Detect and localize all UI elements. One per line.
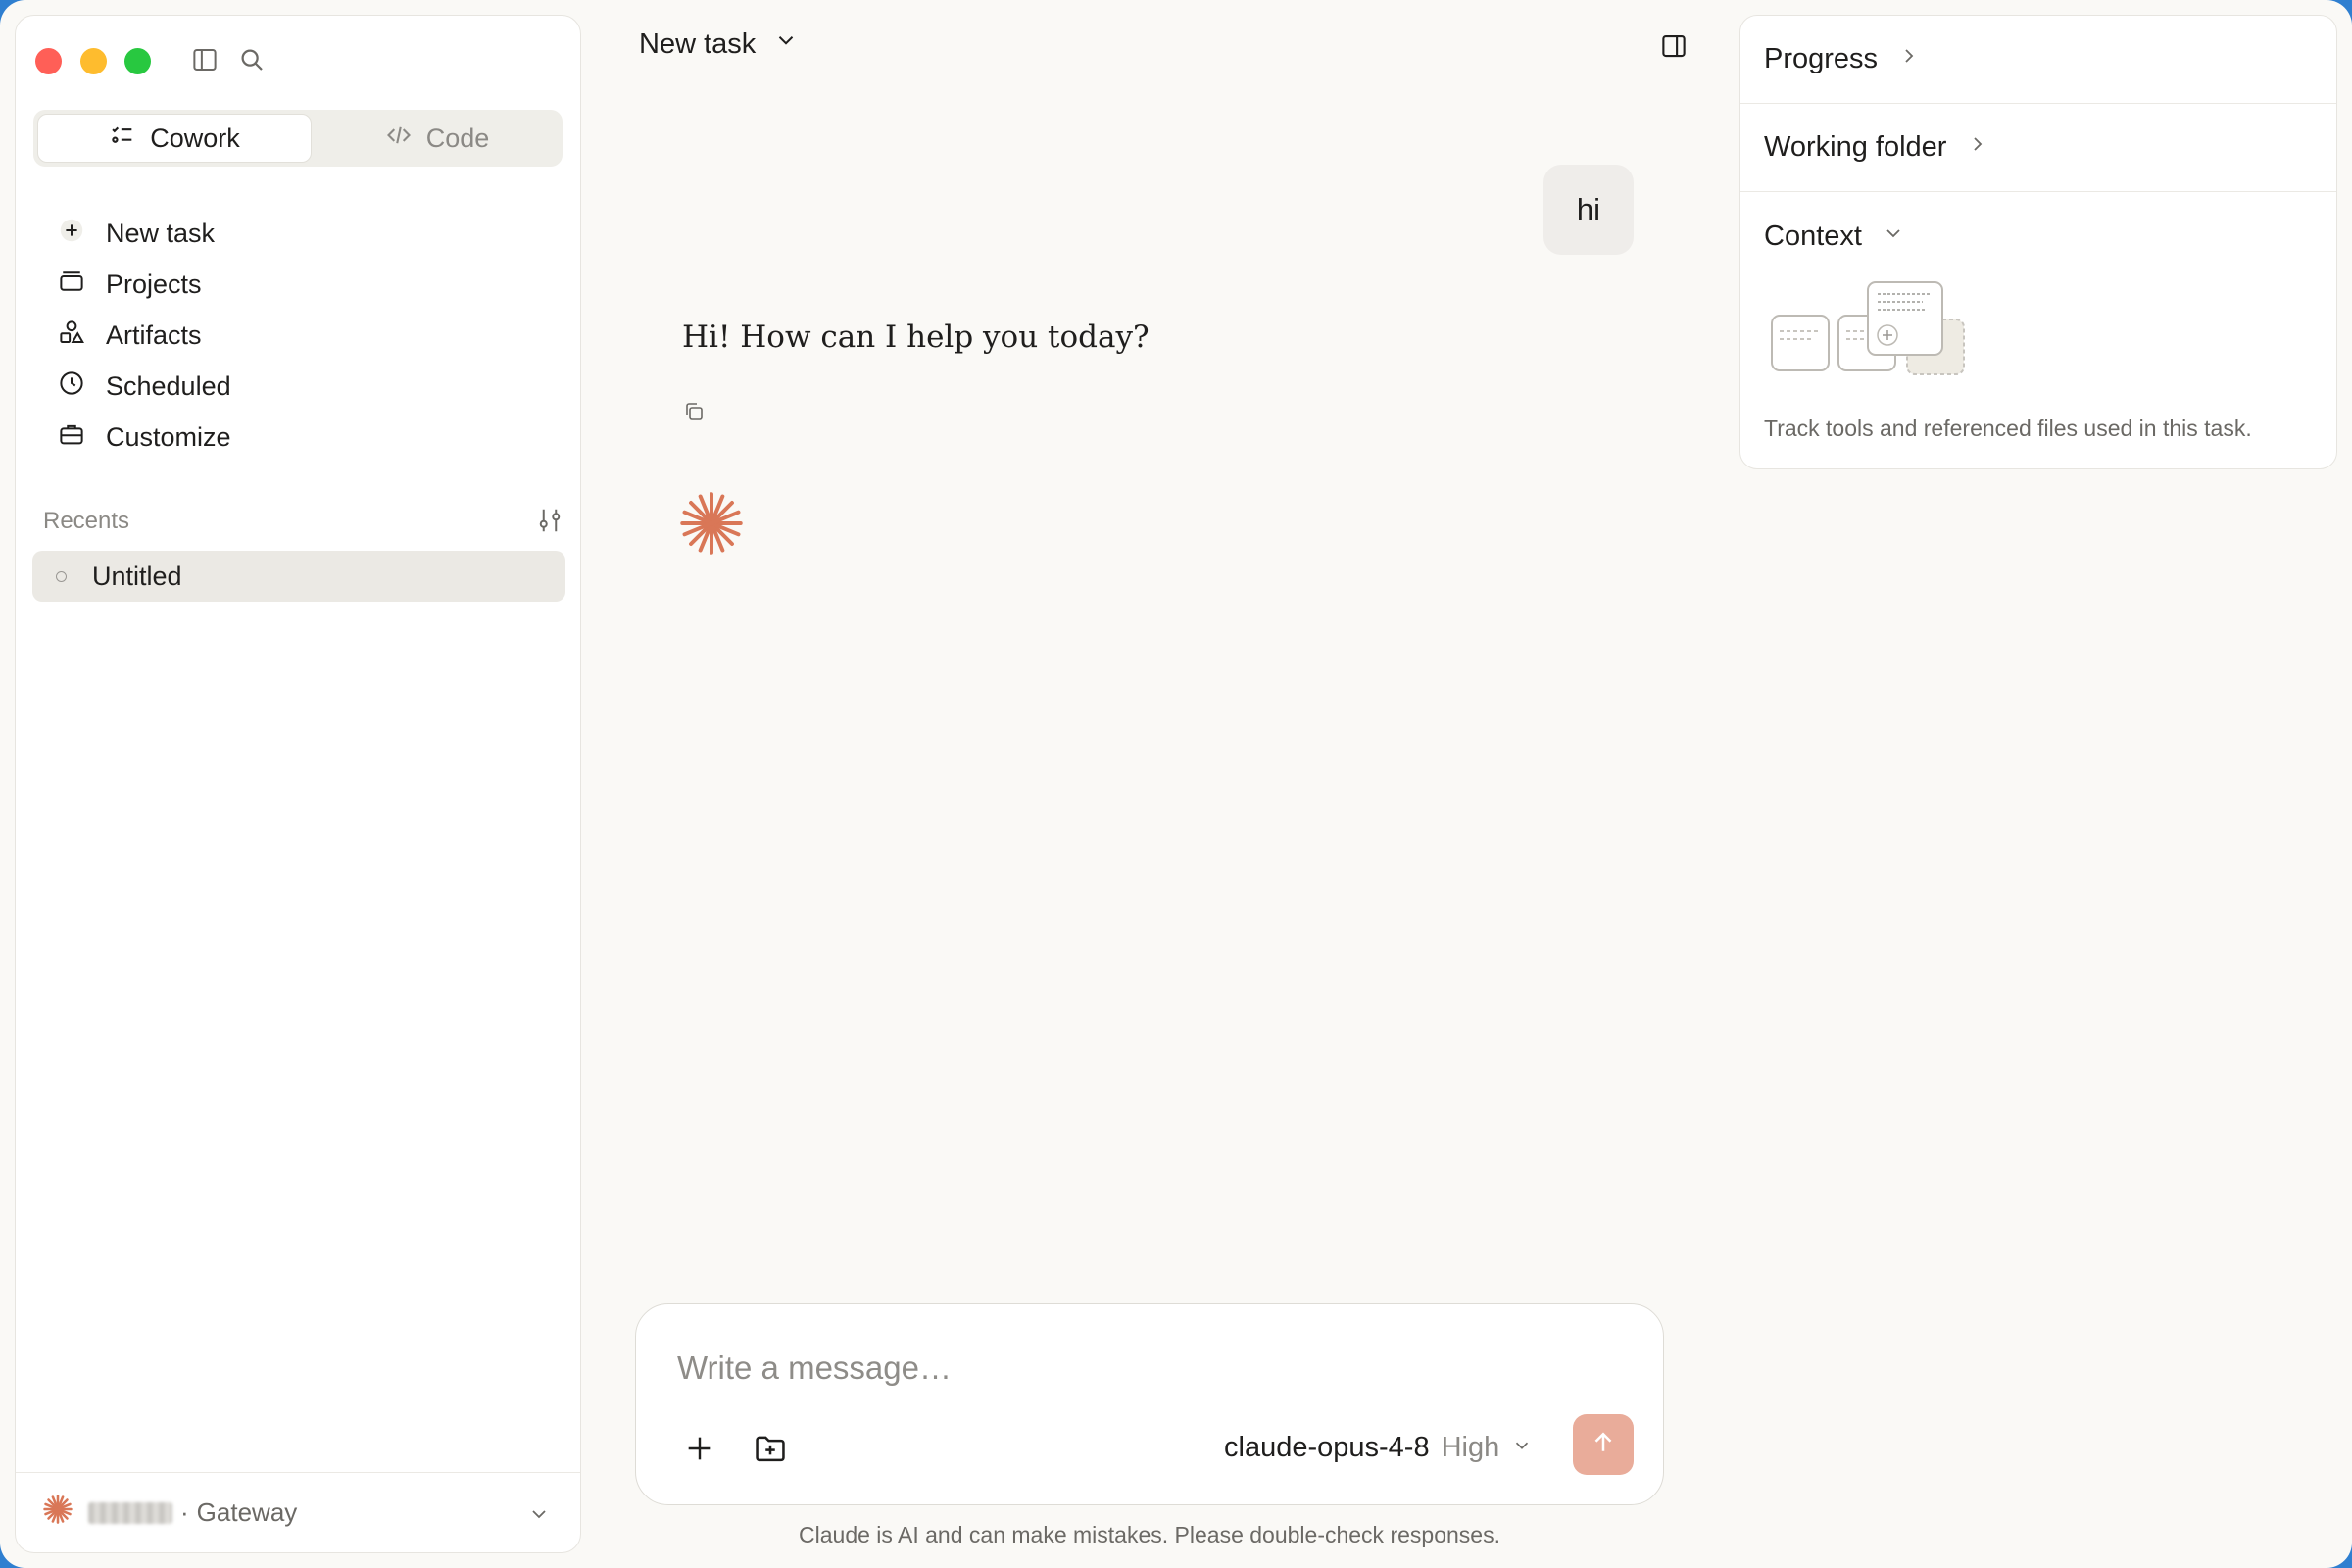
sidebar-item-customize[interactable]: Customize	[37, 412, 566, 463]
chevron-down-icon	[1511, 1432, 1533, 1464]
close-window-button[interactable]	[35, 48, 62, 74]
model-name: claude-opus-4-8	[1224, 1432, 1430, 1463]
tab-cowork[interactable]: Cowork	[37, 114, 312, 163]
page-title: New task	[639, 27, 757, 60]
section-label: Working folder	[1764, 131, 1947, 163]
sidebar-toggle-icon[interactable]	[190, 45, 221, 76]
code-icon	[385, 122, 413, 156]
recent-item-label: Untitled	[92, 561, 182, 591]
recents-heading: Recents	[43, 508, 130, 534]
message-composer: Write a message… claude-opus-4-8 High	[635, 1303, 1664, 1505]
send-button[interactable]	[1573, 1414, 1634, 1475]
minimize-window-button[interactable]	[80, 48, 107, 74]
sidebar-item-scheduled[interactable]: Scheduled	[37, 361, 566, 412]
briefcase-icon	[57, 419, 86, 456]
chevron-right-icon	[1966, 131, 1989, 164]
context-description: Track tools and referenced files used in…	[1764, 416, 2252, 441]
sidebar-item-label: Scheduled	[106, 370, 231, 401]
arrow-up-icon	[1589, 1428, 1618, 1462]
shapes-icon	[57, 318, 86, 354]
sidebar-item-label: Projects	[106, 269, 202, 299]
app-window: Cowork Code New task Projects Artifacts …	[0, 0, 2352, 1568]
add-attachment-icon[interactable]	[683, 1432, 716, 1470]
sidebar-item-new-task[interactable]: New task	[37, 208, 566, 259]
add-folder-icon[interactable]	[752, 1430, 789, 1472]
model-selector[interactable]: claude-opus-4-8 High	[1224, 1432, 1533, 1464]
search-icon[interactable]	[237, 45, 269, 76]
sidebar-item-label: Customize	[106, 421, 231, 452]
tab-code-label: Code	[425, 122, 490, 153]
user-message-text: hi	[1576, 192, 1601, 226]
sidebar-item-projects[interactable]: Projects	[37, 259, 566, 310]
progress-section-toggle[interactable]: Progress	[1740, 16, 2336, 104]
chevron-down-icon	[527, 1502, 551, 1533]
section-label: Context	[1764, 220, 1862, 252]
effort-level: High	[1441, 1432, 1500, 1463]
right-panel-toggle-icon[interactable]	[1659, 31, 1689, 66]
context-section-toggle[interactable]: Context	[1740, 192, 2336, 280]
filter-sliders-icon[interactable]	[535, 506, 564, 540]
message-input[interactable]: Write a message…	[677, 1349, 952, 1387]
claude-logo-icon	[41, 1493, 74, 1533]
sidebar: Cowork Code New task Projects Artifacts …	[15, 15, 581, 1553]
mode-switcher: Cowork Code	[33, 110, 563, 167]
maximize-window-button[interactable]	[124, 48, 151, 74]
tab-code[interactable]: Code	[316, 114, 559, 163]
claude-spark-icon	[678, 490, 745, 562]
chevron-down-icon	[773, 27, 799, 61]
section-label: Progress	[1764, 43, 1879, 74]
context-illustration-icon	[1770, 280, 1976, 393]
working-folder-section-toggle[interactable]: Working folder	[1740, 104, 2336, 192]
recent-item-untitled[interactable]: Untitled	[32, 551, 565, 602]
sidebar-nav: New task Projects Artifacts Scheduled Cu…	[37, 208, 566, 463]
chevron-right-icon	[1897, 43, 1921, 75]
sidebar-item-label: Artifacts	[106, 319, 202, 350]
sidebar-item-artifacts[interactable]: Artifacts	[37, 310, 566, 361]
sidebar-item-label: New task	[106, 218, 216, 248]
org-label: Gateway	[196, 1497, 298, 1527]
plus-circle-icon	[57, 216, 86, 252]
task-details-panel: Progress Working folder Context Track to…	[1740, 15, 2337, 469]
user-message: hi	[1544, 165, 1634, 255]
redacted-account-name	[88, 1501, 172, 1524]
folder-stack-icon	[57, 267, 86, 303]
assistant-message: Hi! How can I help you today?	[682, 319, 1150, 355]
chevron-down-icon	[1882, 220, 1905, 253]
copy-icon[interactable]	[682, 400, 706, 428]
task-title-dropdown[interactable]: New task	[639, 27, 799, 61]
account-switcher[interactable]: · Gateway	[16, 1472, 580, 1552]
disclaimer-text: Claude is AI and can make mistakes. Plea…	[799, 1522, 1500, 1547]
clock-icon	[57, 368, 86, 405]
checklist-icon	[109, 122, 136, 156]
tab-cowork-label: Cowork	[150, 122, 240, 153]
footer-separator: ·	[180, 1497, 189, 1527]
status-dot-icon	[56, 570, 67, 582]
